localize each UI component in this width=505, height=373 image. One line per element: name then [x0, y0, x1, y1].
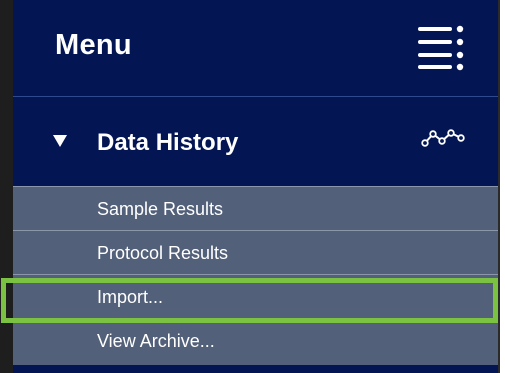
menu-item-sample-results[interactable]: Sample Results — [13, 186, 498, 230]
section-items: Sample Results Protocol Results Import..… — [13, 186, 498, 365]
menu-title: Menu — [55, 29, 132, 61]
menu-item-label: Sample Results — [97, 199, 224, 219]
section-data-history[interactable]: Data History — [13, 97, 498, 186]
menu-item-view-archive[interactable]: View Archive... — [13, 318, 498, 365]
menu-item-label: Import... — [97, 287, 164, 307]
navigation-menu-panel: Menu Data History Sample Results Protoco… — [13, 0, 498, 373]
menu-item-protocol-results[interactable]: Protocol Results — [13, 230, 498, 274]
menu-item-label: View Archive... — [97, 331, 215, 351]
hamburger-menu-icon[interactable] — [416, 23, 466, 71]
background-strip-left — [0, 0, 13, 373]
caret-down-icon[interactable] — [53, 135, 67, 147]
background-strip-right — [498, 0, 505, 373]
trend-line-icon — [421, 127, 465, 149]
menu-item-label: Protocol Results — [97, 243, 229, 263]
section-label: Data History — [97, 129, 239, 156]
menu-header: Menu — [13, 0, 498, 96]
menu-item-import[interactable]: Import... — [13, 274, 498, 318]
window-edge — [498, 0, 500, 373]
